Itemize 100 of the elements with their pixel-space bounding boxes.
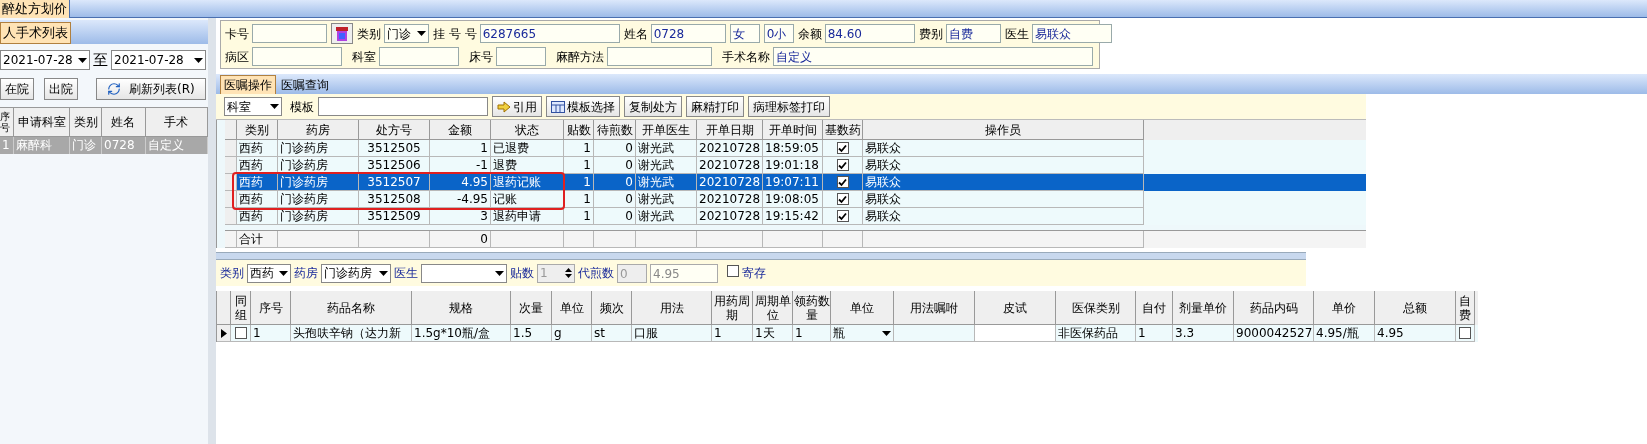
field-label: 挂 号 号 [433,25,477,43]
dept-select[interactable]: 科室 [224,97,282,116]
table-cell: 3 [430,208,491,225]
field-label: 卡号 [225,25,249,43]
arrow-icon [497,100,511,113]
dropdown-arrow-icon [379,270,388,276]
checkbox[interactable] [1459,327,1471,339]
template-field[interactable] [318,97,488,116]
text-field[interactable]: 女 [729,24,760,43]
field-label: 科室 [352,48,376,66]
dropdown-arrow-icon [417,31,426,36]
field-label: 麻醉方法 [556,48,604,66]
row-header-cell[interactable] [225,157,237,174]
text-field[interactable]: 自定义 [773,47,1093,66]
field-label: 床号 [469,48,493,66]
toolbar-button[interactable]: 模板选择 [546,96,620,117]
table-cell: 非医保药品 [1056,325,1136,342]
checkbox[interactable] [836,159,849,171]
dropdown-arrow-icon [78,57,87,63]
amount-field: 4.95 [650,263,718,283]
text-field[interactable]: 84.60 [824,24,915,43]
total-label: 合计 [237,231,278,248]
pharmacy-select[interactable]: 门诊药房 [321,263,391,283]
column-header: 手术 [145,108,208,136]
table-cell: 门诊 [70,137,103,154]
text-field[interactable] [379,47,459,66]
table-cell: 1.5 [511,325,552,342]
dropdown-arrow-icon [194,57,203,63]
table-cell: 退药申请 [491,208,564,225]
date-field[interactable]: 2021-07-28 [0,50,90,70]
table-cell: 1 [793,325,831,342]
row-header-cell[interactable] [225,208,237,225]
column-header: 申请科室 [13,108,71,136]
field-label: 姓名 [623,25,648,43]
doctor-select[interactable] [421,263,507,283]
table-cell: 口服 [632,325,712,342]
table-cell: 1 [0,137,14,154]
card-reader-button[interactable] [331,23,353,44]
column-header: 类别 [70,108,103,136]
toolbar-button[interactable]: 病理标签打印 [748,96,830,117]
table-cell: 记账 [491,191,564,208]
text-field[interactable] [496,47,546,66]
table-cell: 麻醉科 [13,137,71,154]
text-field[interactable] [607,47,712,66]
table-row[interactable]: 西药 门诊药房 3512507 4.95 退药记账 1 0 谢光武 20210728 19:07:11 易联众 [225,174,1366,191]
text-field[interactable]: 易联众 [1031,24,1112,43]
filter-button[interactable]: 出院 [44,78,78,100]
field-label: 类别 [357,25,381,43]
toolbar-button[interactable]: 引用 [492,96,542,117]
template-label: 模板 [290,98,314,116]
pharmacy-label: 药房 [294,265,318,282]
select-field[interactable]: 门诊 [384,24,429,43]
type-select[interactable]: 西药 [247,263,291,283]
checkbox[interactable] [836,142,849,154]
text-field[interactable]: 0小 [763,24,794,43]
to-label: 至 [93,49,108,71]
checkbox[interactable] [836,193,849,205]
field-label: 医生 [1004,25,1029,43]
text-field[interactable]: 6287665 [479,24,620,43]
table-cell: 3.3 [1173,325,1234,342]
date-field[interactable]: 2021-07-28 [111,50,206,70]
checkbox[interactable] [234,327,247,339]
table-cell: 1 [1136,325,1173,342]
table-cell: g [552,325,592,342]
tab[interactable]: 医嘱操作 [220,75,276,94]
filter-button[interactable]: 在院 [0,78,34,100]
table-row[interactable]: 1 头孢呋辛钠（达力新 1.5g*10瓶/盒 1.5 g st 口服 1 1天 1 瓶 非医保药品 1 3.3 9000042527 4.95/瓶 4.95 [217,325,1478,342]
table-cell: 门诊药房 [278,191,359,208]
grid-icon [551,100,565,113]
table-cell: 19:15:42 [763,208,823,225]
dropdown-arrow-icon [270,104,279,109]
toolbar-button[interactable]: 麻精打印 [686,96,744,117]
table-cell: 1 [251,325,291,342]
deposit-label: 寄存 [742,265,766,282]
table-cell: 1天 [753,325,793,342]
text-field[interactable]: 0728 [650,24,726,43]
row-pointer-icon [220,328,227,338]
table-cell: 4.95 [1375,325,1456,342]
checkbox[interactable] [836,210,849,222]
table-cell: 4.95/瓶 [1314,325,1375,342]
checkbox[interactable] [836,176,849,188]
text-field[interactable] [252,47,342,66]
decoct-label: 代煎数 [578,265,614,282]
column-header: 序号 [0,108,14,136]
toolbar-button[interactable]: 复制处方 [624,96,682,117]
checkbox[interactable] [727,265,739,277]
doses-label: 贴数 [510,265,534,282]
window-tab[interactable]: 醉处方划价 [0,0,70,18]
table-cell: 门诊药房 [278,208,359,225]
doctor-label: 医生 [394,265,418,282]
row-header-cell[interactable] [225,140,237,157]
dropdown-arrow-icon [279,270,288,276]
table-cell: 20210728 [697,208,763,225]
table-cell: 1 [564,208,594,225]
text-field[interactable]: 自费 [945,24,1001,43]
row-header-cell[interactable] [217,325,231,342]
panel-tab[interactable]: 人手术列表 [0,22,71,44]
text-field[interactable] [252,24,327,43]
tab[interactable]: 医嘱查询 [278,75,332,94]
refresh-button[interactable]: 刷新列表(R) [96,78,206,100]
